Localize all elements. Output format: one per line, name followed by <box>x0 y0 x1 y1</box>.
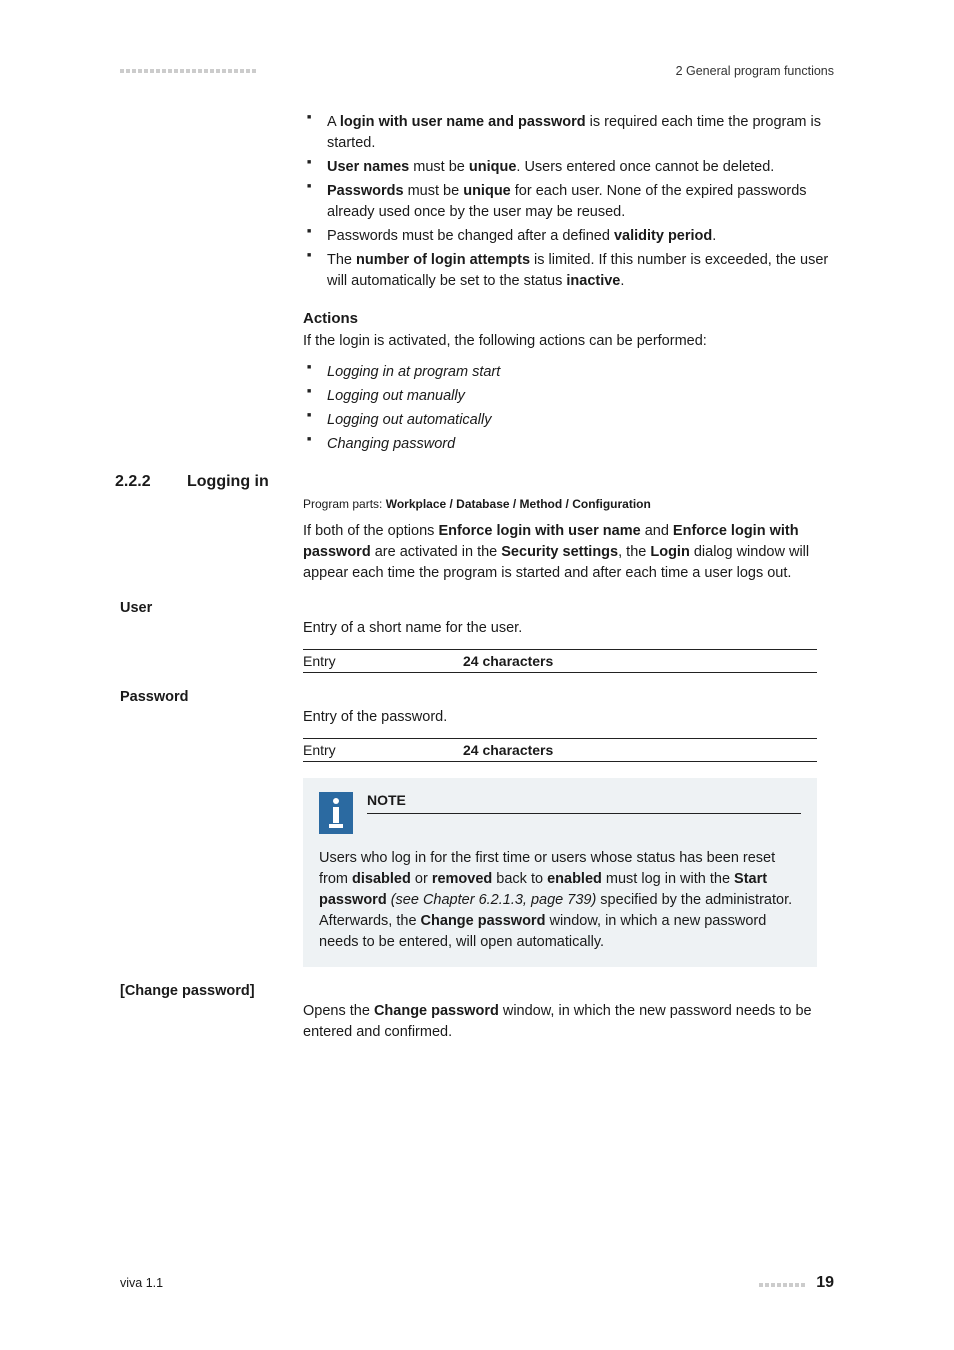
actions-list: Logging in at program start Logging out … <box>303 362 833 455</box>
note-box: NOTE Users who log in for the first time… <box>303 778 817 967</box>
entry-value: 24 characters <box>463 742 553 758</box>
password-entry-row: Entry 24 characters <box>303 738 817 762</box>
running-header: 2 General program functions <box>676 64 834 78</box>
header-ornament-left <box>120 69 256 73</box>
list-item: Logging out manually <box>303 386 833 407</box>
password-label: Password <box>120 689 834 705</box>
intro-bullet-list: A login with user name and password is r… <box>303 112 833 292</box>
user-block: Entry of a short name for the user. Entr… <box>303 618 818 673</box>
footer-ornament <box>759 1276 810 1290</box>
note-body: Users who log in for the first time or u… <box>319 848 801 953</box>
program-parts: Program parts: Workplace / Database / Me… <box>303 497 818 511</box>
section-number: 2.2.2 <box>115 473 187 491</box>
change-password-desc: Opens the Change password window, in whi… <box>303 1001 818 1043</box>
section-body: Program parts: Workplace / Database / Me… <box>303 497 818 584</box>
page-root: 2 General program functions A login with… <box>0 0 954 1350</box>
list-item: Passwords must be changed after a define… <box>303 226 833 247</box>
list-item: Changing password <box>303 434 833 455</box>
footer-left: viva 1.1 <box>120 1276 163 1290</box>
section-title: Logging in <box>187 473 269 491</box>
info-icon <box>319 792 353 834</box>
list-item: User names must be unique. Users entered… <box>303 157 833 178</box>
list-item: The number of login attempts is limited.… <box>303 250 833 292</box>
note-title: NOTE <box>367 792 406 811</box>
footer-right: 19 <box>759 1274 834 1292</box>
page-number: 19 <box>816 1274 834 1291</box>
page-header: 2 General program functions <box>120 64 834 78</box>
list-item: Logging out automatically <box>303 410 833 431</box>
note-divider <box>367 813 801 814</box>
user-entry-row: Entry 24 characters <box>303 649 817 673</box>
entry-label: Entry <box>303 653 463 669</box>
section-heading-row: 2.2.2 Logging in <box>120 473 834 491</box>
list-item: Passwords must be unique for each user. … <box>303 181 833 223</box>
actions-lead: If the login is activated, the following… <box>303 331 833 352</box>
change-password-label: [Change password] <box>120 983 834 999</box>
intro-block: A login with user name and password is r… <box>303 112 833 455</box>
section-paragraph: If both of the options Enforce login wit… <box>303 521 818 584</box>
user-desc: Entry of a short name for the user. <box>303 618 818 639</box>
entry-value: 24 characters <box>463 653 553 669</box>
list-item: A login with user name and password is r… <box>303 112 833 154</box>
list-item: Logging in at program start <box>303 362 833 383</box>
note-header: NOTE <box>319 792 801 834</box>
password-desc: Entry of the password. <box>303 707 818 728</box>
change-password-block: Opens the Change password window, in whi… <box>303 1001 818 1043</box>
actions-heading: Actions <box>303 310 833 327</box>
entry-label: Entry <box>303 742 463 758</box>
password-block: Entry of the password. Entry 24 characte… <box>303 707 818 967</box>
page-footer: viva 1.1 19 <box>120 1274 834 1292</box>
user-label: User <box>120 600 834 616</box>
